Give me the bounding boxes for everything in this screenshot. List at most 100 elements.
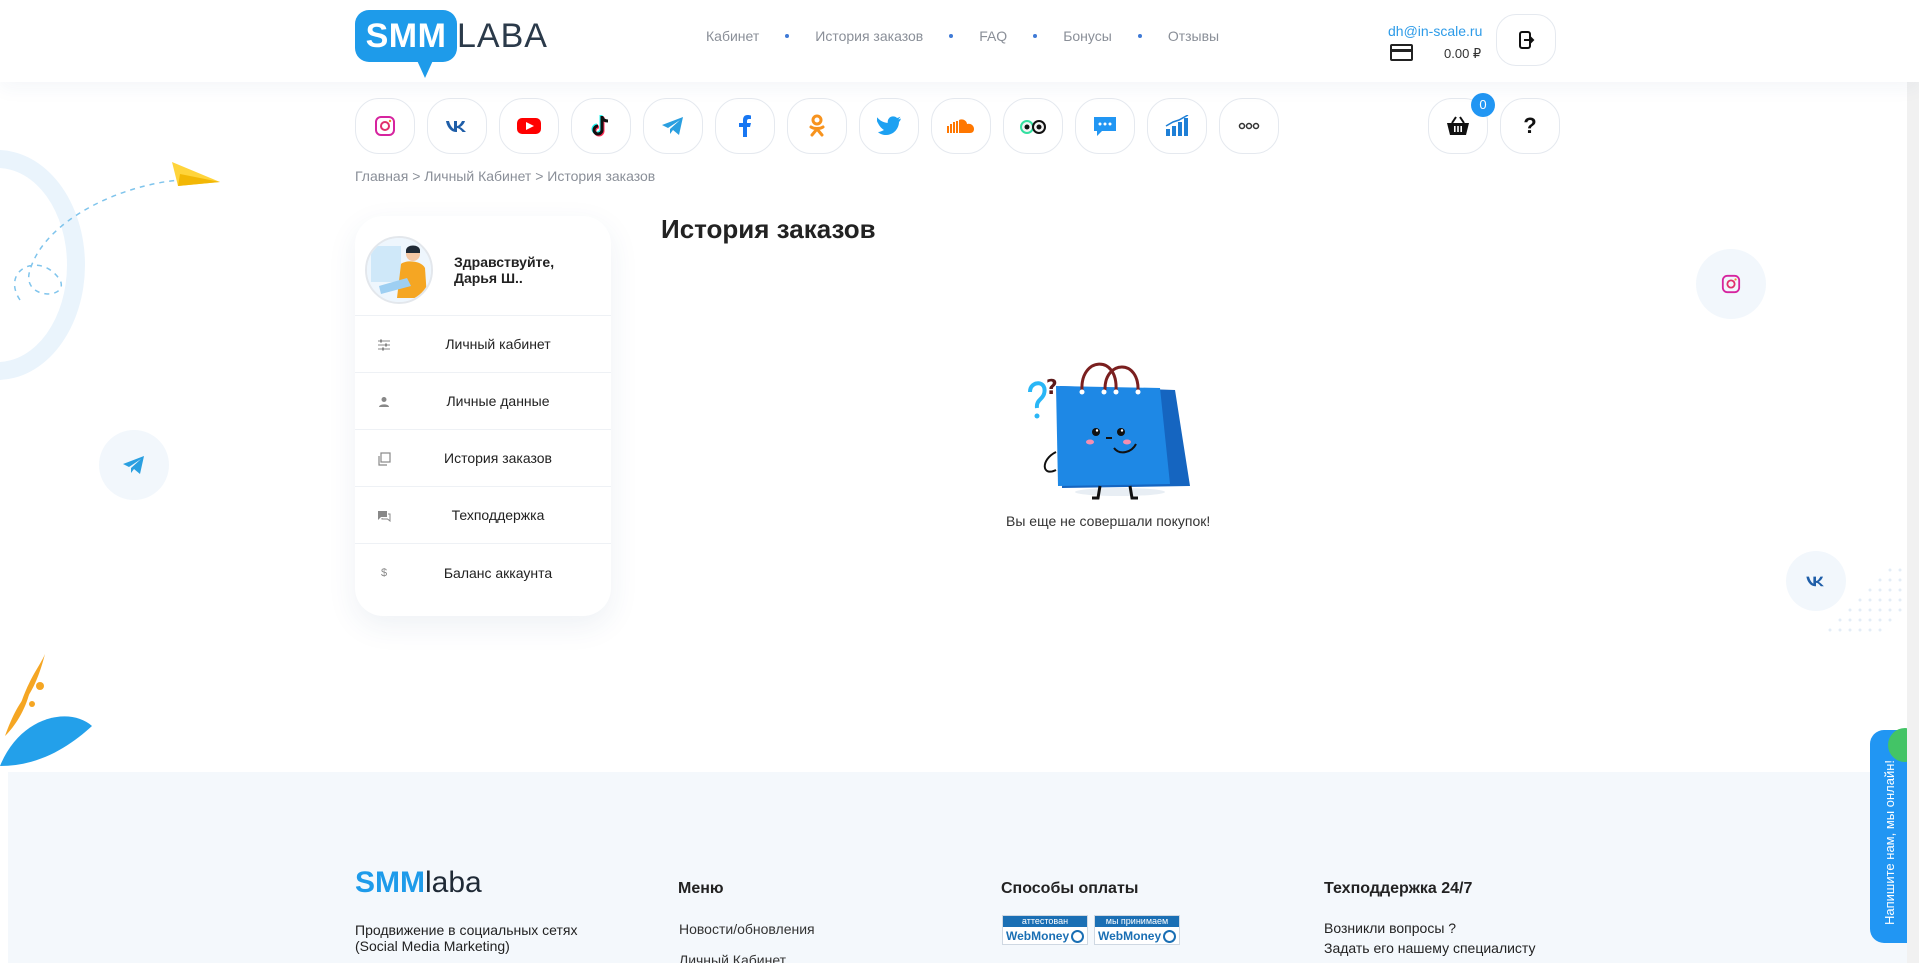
telegram-icon xyxy=(123,456,144,474)
nav-separator xyxy=(1033,34,1038,38)
avatar xyxy=(365,236,433,304)
chat-bubble-icon xyxy=(377,509,391,523)
social-tiktok[interactable] xyxy=(571,98,631,154)
header-actions: 0 ? xyxy=(1428,93,1560,154)
breadcrumb-separator: > xyxy=(535,168,544,184)
social-twitter[interactable] xyxy=(859,98,919,154)
breadcrumb-current: История заказов xyxy=(547,168,656,184)
sidebar-item-label: Баланс аккаунта xyxy=(443,564,553,581)
logout-icon xyxy=(1519,31,1535,49)
footer-menu-title: Меню xyxy=(678,880,724,897)
vk-icon xyxy=(446,121,466,132)
copy-icon xyxy=(377,452,391,466)
cart-button[interactable]: 0 xyxy=(1428,93,1495,154)
instagram-icon xyxy=(1721,274,1741,294)
sidebar-item-label: Личный кабинет xyxy=(445,336,551,352)
webmoney-accepted-badge[interactable]: мы принимаем WebMoney xyxy=(1094,915,1180,945)
footer-description: Продвижение в социальных сетях (Social M… xyxy=(355,922,578,954)
breadcrumb-separator: > xyxy=(412,168,421,184)
top-navigation: Кабинет История заказов FAQ Бонусы Отзыв… xyxy=(706,26,1219,46)
social-stats[interactable] xyxy=(1147,98,1207,154)
cart-count-badge: 0 xyxy=(1471,93,1495,117)
social-more[interactable] xyxy=(1219,98,1279,154)
floating-instagram xyxy=(1696,249,1766,319)
twitter-icon xyxy=(877,116,901,135)
sidebar-item-label: Личные данные xyxy=(446,393,550,409)
sidebar-item-balance[interactable]: $ Баланс аккаунта xyxy=(355,544,611,601)
account-sidebar: Здравствуйте, Дарья Ш.. Личный кабинет Л… xyxy=(355,216,611,616)
nav-cabinet[interactable]: Кабинет xyxy=(706,28,759,44)
facebook-icon xyxy=(739,115,751,137)
page-title: История заказов xyxy=(661,214,876,244)
nav-separator xyxy=(785,34,790,38)
footer-support-title: Техподдержка 24/7 xyxy=(1324,880,1473,897)
profile-header: Здравствуйте, Дарья Ш.. xyxy=(355,216,611,316)
empty-orders-message: Вы еще не совершали покупок! xyxy=(1006,513,1211,529)
message-icon xyxy=(1094,117,1116,136)
help-button[interactable]: ? xyxy=(1500,98,1560,154)
nav-separator xyxy=(949,34,954,38)
breadcrumb-home[interactable]: Главная xyxy=(355,168,408,184)
footer-link-cabinet[interactable]: Личный Кабинет xyxy=(679,952,786,963)
site-logo[interactable]: SMM LABA xyxy=(355,10,555,78)
page-scrollbar[interactable] xyxy=(1907,0,1919,963)
site-header: SMM LABA Кабинет История заказов FAQ Бон… xyxy=(0,0,1919,82)
social-odnoklassniki[interactable] xyxy=(787,98,847,154)
vk-icon xyxy=(1806,576,1824,587)
footer-payment-title: Способы оплаты xyxy=(1001,880,1139,897)
footer-logo[interactable]: SMMlaba xyxy=(355,866,482,900)
social-telegram[interactable] xyxy=(643,98,703,154)
tiktok-icon xyxy=(591,115,609,137)
logout-button[interactable] xyxy=(1496,14,1556,66)
social-facebook[interactable] xyxy=(715,98,775,154)
footer-support-text: Возникли вопросы ? Задать его нашему спе… xyxy=(1324,920,1536,958)
logo-mark: SMM xyxy=(355,10,457,62)
social-youtube[interactable] xyxy=(499,98,559,154)
footer-support-link[interactable]: Задать его нашему специалисту xyxy=(1324,938,1536,958)
social-vk[interactable] xyxy=(427,98,487,154)
social-tripadvisor[interactable] xyxy=(1003,98,1063,154)
tripadvisor-icon xyxy=(1020,120,1046,134)
instagram-icon xyxy=(375,116,395,136)
site-footer xyxy=(8,772,1919,963)
svg-text:?: ? xyxy=(1046,375,1058,399)
paper-plane-illustration xyxy=(13,162,220,301)
webmoney-attested-badge[interactable]: аттестован WebMoney xyxy=(1002,915,1088,945)
account-email[interactable]: dh@in-scale.ru xyxy=(1388,23,1482,39)
greeting: Здравствуйте, Дарья Ш.. xyxy=(454,254,594,286)
nav-order-history[interactable]: История заказов xyxy=(815,28,923,44)
social-soundcloud[interactable] xyxy=(931,98,991,154)
floating-telegram xyxy=(99,430,169,500)
breadcrumb: Главная > Личный Кабинет > История заказ… xyxy=(355,168,655,184)
user-name: Дарья Ш.. xyxy=(454,270,523,286)
soundcloud-icon xyxy=(947,119,974,133)
sidebar-item-personal-data[interactable]: Личные данные xyxy=(355,373,611,430)
telegram-icon xyxy=(662,117,683,135)
sidebar-item-order-history[interactable]: История заказов xyxy=(355,430,611,487)
youtube-icon xyxy=(517,118,541,134)
sliders-icon xyxy=(377,338,391,352)
nav-bonuses[interactable]: Бонусы xyxy=(1063,28,1112,44)
sidebar-item-support[interactable]: Техподдержка xyxy=(355,487,611,544)
more-icon xyxy=(1238,122,1260,130)
social-network-bar xyxy=(355,98,1279,154)
sidebar-item-label: Техподдержка xyxy=(451,507,545,523)
sidebar-item-label: История заказов xyxy=(444,450,552,466)
social-instagram[interactable] xyxy=(355,98,415,154)
account-balance: 0.00 ₽ xyxy=(1444,46,1482,61)
nav-reviews[interactable]: Отзывы xyxy=(1168,28,1219,44)
logo-text: LABA xyxy=(457,17,548,55)
leaves-illustration xyxy=(0,654,92,766)
basket-icon xyxy=(1447,116,1469,135)
nav-faq[interactable]: FAQ xyxy=(979,28,1007,44)
empty-bag-illustration: ? xyxy=(1028,362,1190,500)
person-icon xyxy=(377,395,391,409)
sidebar-item-cabinet[interactable]: Личный кабинет xyxy=(355,316,611,373)
breadcrumb-cabinet[interactable]: Личный Кабинет xyxy=(424,168,531,184)
dollar-icon: $ xyxy=(380,567,388,579)
credit-card-icon[interactable] xyxy=(1390,44,1413,61)
social-chat[interactable] xyxy=(1075,98,1135,154)
footer-link-news[interactable]: Новости/обновления xyxy=(679,921,815,937)
globe-icon xyxy=(1163,930,1176,943)
bar-chart-icon xyxy=(1165,115,1189,136)
